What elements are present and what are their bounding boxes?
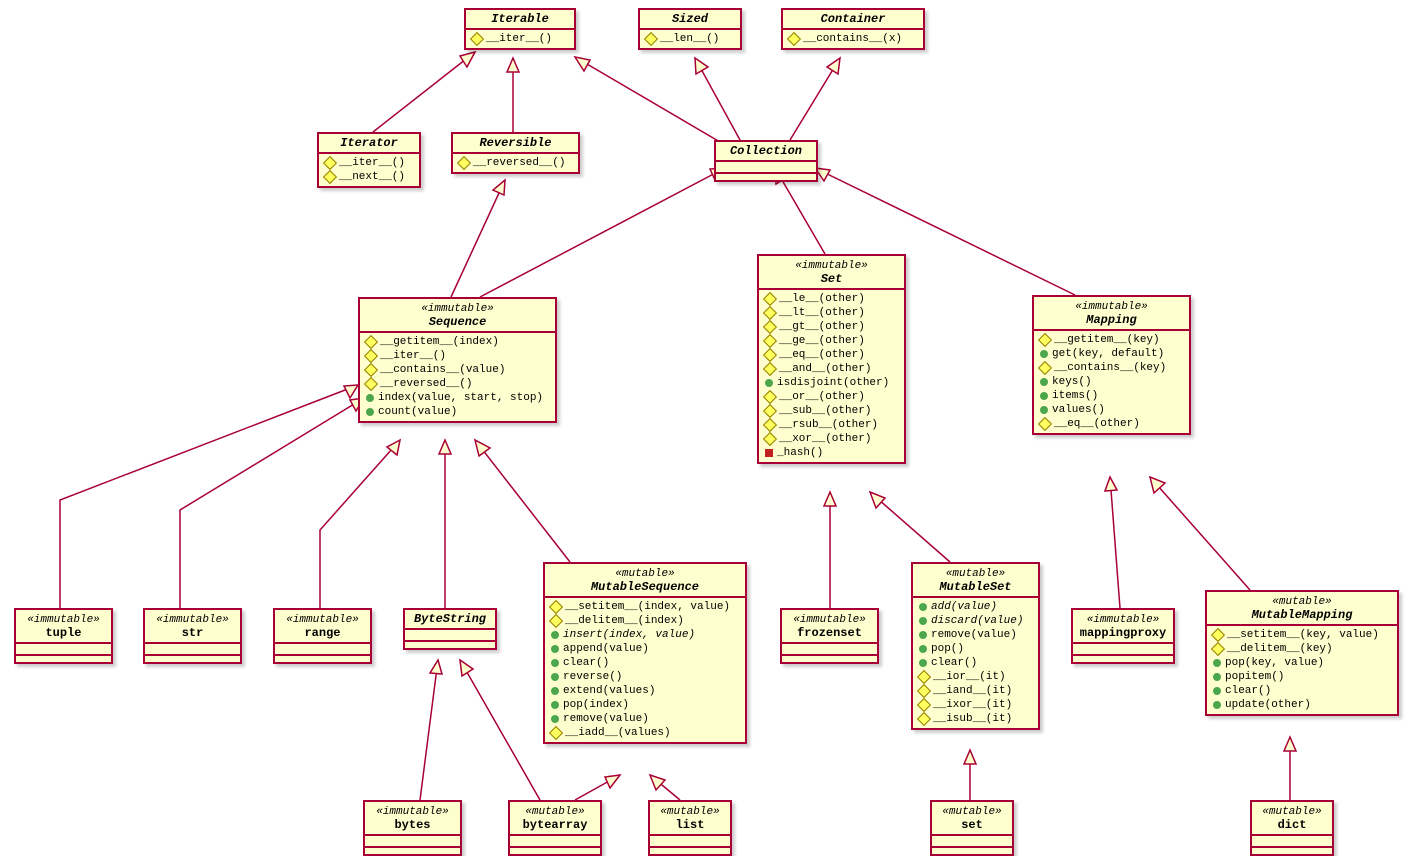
arrow-bytearray-bytestring bbox=[460, 660, 540, 800]
class-mappingproxy: «immutable»mappingproxy bbox=[1071, 608, 1175, 664]
arrow-list-mutablesequence bbox=[650, 775, 680, 800]
arrow-mutablemapping-mapping bbox=[1150, 477, 1250, 590]
class-bytearray: «mutable»bytearray bbox=[508, 800, 602, 856]
class-range: «immutable»range bbox=[273, 608, 372, 664]
arrow-bytestring-sequence bbox=[439, 440, 451, 608]
arrow-collection-sized bbox=[695, 58, 740, 140]
arrow-reversible-iterable bbox=[507, 58, 519, 132]
arrow-bytes-bytestring bbox=[420, 660, 442, 800]
arrow-bytearray-mutablesequence bbox=[575, 775, 620, 800]
class-iterable: Iterable__iter__() bbox=[464, 8, 576, 50]
class-str: «immutable»str bbox=[143, 608, 242, 664]
class-list: «mutable»list bbox=[648, 800, 732, 856]
uml-diagram: Iterable__iter__() Sized__len__() Contai… bbox=[0, 0, 1406, 852]
arrow-mappingproxy-mapping bbox=[1105, 477, 1120, 608]
class-bytestring: ByteString bbox=[403, 608, 497, 650]
class-mutablesequence: «mutable»MutableSequence__setitem__(inde… bbox=[543, 562, 747, 744]
arrow-mutableset-set bbox=[870, 492, 950, 562]
arrow-tuple-sequence bbox=[60, 385, 358, 608]
class-set: «immutable»Set__le__(other)__lt__(other)… bbox=[757, 254, 906, 464]
arrow-collection-iterable bbox=[575, 57, 720, 142]
arrow-str-sequence bbox=[180, 398, 364, 608]
arrow-range-sequence bbox=[320, 440, 400, 608]
arrow-sequence-collection bbox=[480, 168, 725, 297]
class-tuple: «immutable»tuple bbox=[14, 608, 113, 664]
class-container: Container__contains__(x) bbox=[781, 8, 925, 50]
arrow-sequence-reversible bbox=[451, 180, 505, 297]
arrow-mutablesequence-sequence bbox=[475, 440, 570, 562]
class-collection: Collection bbox=[714, 140, 818, 182]
arrow-dict-mutablemapping bbox=[1284, 737, 1296, 800]
class-frozenset: «immutable»frozenset bbox=[780, 608, 879, 664]
class-sized: Sized__len__() bbox=[638, 8, 742, 50]
class-iterator: Iterator__iter__()__next__() bbox=[317, 132, 421, 188]
arrow-frozenset-set bbox=[824, 492, 836, 608]
class-dict: «mutable»dict bbox=[1250, 800, 1334, 856]
class-sequence: «immutable»Sequence__getitem__(index)__i… bbox=[358, 297, 557, 423]
class-set-concrete: «mutable»set bbox=[930, 800, 1014, 856]
arrow-set-mutableset bbox=[964, 750, 976, 800]
class-reversible: Reversible__reversed__() bbox=[451, 132, 580, 174]
class-mutablemapping: «mutable»MutableMapping__setitem__(key, … bbox=[1205, 590, 1399, 716]
class-mapping: «immutable»Mapping__getitem__(key)get(ke… bbox=[1032, 295, 1191, 435]
arrow-iterator-iterable bbox=[373, 52, 475, 132]
class-bytes: «immutable»bytes bbox=[363, 800, 462, 856]
arrow-collection-container bbox=[790, 58, 840, 140]
class-mutableset: «mutable»MutableSetadd(value)discard(val… bbox=[911, 562, 1040, 730]
